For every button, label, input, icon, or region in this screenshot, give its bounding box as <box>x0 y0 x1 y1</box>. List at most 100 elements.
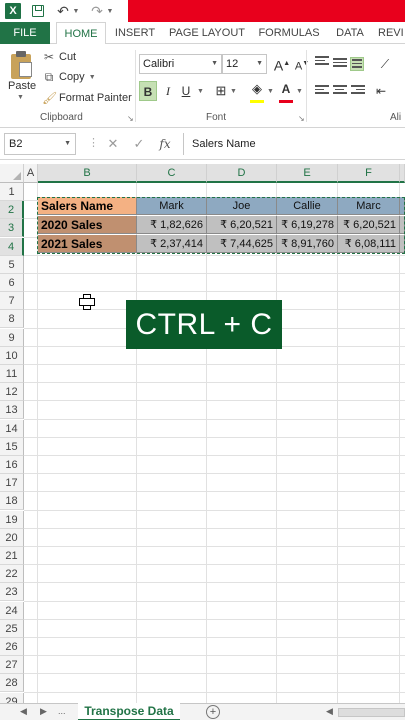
row-header-22[interactable]: 22 <box>0 565 24 584</box>
column-header-f[interactable]: F <box>338 164 400 183</box>
borders-icon[interactable]: ⊞ <box>212 81 230 101</box>
column-header-b[interactable]: B <box>38 164 137 183</box>
cell-b3[interactable]: 2020 Sales <box>38 216 137 234</box>
redo-dropdown-icon[interactable]: ▼ <box>106 3 114 19</box>
row-header-19[interactable]: 19 <box>0 510 24 529</box>
row-header-6[interactable]: 6 <box>0 274 24 292</box>
row-header-2[interactable]: 2 <box>0 201 24 220</box>
row-header-1[interactable]: 1 <box>0 183 24 201</box>
paste-dropdown-icon[interactable]: ▼ <box>17 94 24 101</box>
tab-formulas[interactable]: FORMULAS <box>256 22 322 44</box>
tab-home[interactable]: HOME <box>56 22 106 45</box>
cell-d4[interactable]: ₹ 7,44,625 <box>207 235 277 253</box>
cell-c3[interactable]: ₹ 1,82,626 <box>137 216 207 234</box>
cell-c2[interactable]: Mark <box>137 197 207 215</box>
underline-dropdown-icon[interactable]: ▼ <box>197 88 204 95</box>
fill-color-dropdown-icon[interactable]: ▼ <box>267 88 274 95</box>
select-all-button[interactable] <box>0 164 24 183</box>
sheet-more-button[interactable]: ... <box>58 706 66 716</box>
align-center-icon[interactable] <box>333 85 347 97</box>
tab-insert[interactable]: INSERT <box>112 22 158 44</box>
cell-e3[interactable]: ₹ 6,19,278 <box>277 216 338 234</box>
align-top-icon[interactable] <box>315 56 329 68</box>
row-header-29[interactable]: 29 <box>0 692 24 703</box>
column-header-d[interactable]: D <box>207 164 277 183</box>
row-header-12[interactable]: 12 <box>0 383 24 402</box>
cell-g3[interactable] <box>400 216 405 234</box>
cell-f4[interactable]: ₹ 6,08,111 <box>338 235 400 253</box>
format-painter-button[interactable]: 🖌 Format Painter <box>42 90 132 106</box>
cell-b4[interactable]: 2021 Sales <box>38 235 137 253</box>
undo-dropdown-icon[interactable]: ▼ <box>72 3 80 19</box>
formula-input[interactable]: Salers Name <box>183 133 405 155</box>
font-color-button[interactable]: A <box>277 79 295 99</box>
cell-e2[interactable]: Callie <box>277 197 338 215</box>
sheet-tab-transpose-data[interactable]: Transpose Data <box>78 703 180 720</box>
row-header-15[interactable]: 15 <box>0 437 24 456</box>
row-header-11[interactable]: 11 <box>0 365 24 383</box>
grow-font-icon[interactable]: A▲ <box>273 54 291 74</box>
row-header-24[interactable]: 24 <box>0 601 24 620</box>
cancel-icon[interactable]: ✕ <box>104 134 122 154</box>
scroll-left-icon[interactable]: ◀ <box>326 706 333 717</box>
cell-d3[interactable]: ₹ 6,20,521 <box>207 216 277 234</box>
font-launcher-icon[interactable]: ↘ <box>298 114 305 123</box>
horizontal-scrollbar[interactable] <box>338 708 405 717</box>
row-header-5[interactable]: 5 <box>0 255 24 274</box>
cell-f3[interactable]: ₹ 6,20,521 <box>338 216 400 234</box>
row-header-13[interactable]: 13 <box>0 401 24 420</box>
enter-icon[interactable]: ✓ <box>130 134 148 154</box>
align-bottom-icon[interactable] <box>350 57 364 71</box>
row-header-16[interactable]: 16 <box>0 456 24 474</box>
row-header-3[interactable]: 3 <box>0 219 24 238</box>
cell-b2[interactable]: Salers Name <box>38 197 137 215</box>
cell-g4[interactable] <box>400 235 405 253</box>
sheet-prev-icon[interactable]: ◀ <box>20 706 27 717</box>
row-header-23[interactable]: 23 <box>0 583 24 602</box>
align-left-icon[interactable] <box>315 85 329 97</box>
align-middle-icon[interactable] <box>333 58 347 70</box>
tab-review[interactable]: REVI <box>378 22 405 44</box>
worksheet-grid[interactable]: A B C D E F 1 2 3 4 5 6 7 8 9 10 11 12 13 14 15 16 17 18 1… <box>0 160 405 703</box>
bold-button[interactable]: B <box>139 81 157 101</box>
decrease-indent-icon[interactable]: ⇤ <box>372 81 390 101</box>
borders-dropdown-icon[interactable]: ▼ <box>230 88 237 95</box>
paste-icon[interactable] <box>9 50 33 80</box>
name-box[interactable]: B2 ▼ <box>4 133 76 155</box>
row-header-25[interactable]: 25 <box>0 619 24 638</box>
underline-button[interactable]: U <box>177 81 195 101</box>
add-sheet-icon[interactable]: + <box>206 705 220 719</box>
copy-button[interactable]: ⧉ Copy ▼ <box>42 69 96 85</box>
column-header-e[interactable]: E <box>277 164 338 183</box>
row-header-28[interactable]: 28 <box>0 674 24 693</box>
undo-icon[interactable]: ↶ <box>54 3 72 19</box>
font-name-select[interactable]: Calibri ▼ <box>139 54 222 74</box>
cell-g2[interactable] <box>400 197 405 215</box>
cell-d2[interactable]: Joe <box>207 197 277 215</box>
align-right-icon[interactable] <box>351 85 365 97</box>
column-header-c[interactable]: C <box>137 164 207 183</box>
redo-icon[interactable]: ↷ <box>88 3 106 19</box>
cell-c4[interactable]: ₹ 2,37,414 <box>137 235 207 253</box>
row-header-9[interactable]: 9 <box>0 328 24 347</box>
tab-file[interactable]: FILE <box>0 22 50 44</box>
row-header-18[interactable]: 18 <box>0 492 24 511</box>
fill-color-icon[interactable]: ◈ <box>248 79 266 99</box>
row-header-26[interactable]: 26 <box>0 638 24 656</box>
cut-button[interactable]: ✂ Cut <box>42 49 76 65</box>
orientation-icon[interactable]: ⟋ <box>376 54 394 74</box>
italic-button[interactable]: I <box>159 81 177 101</box>
copy-dropdown-icon[interactable]: ▼ <box>89 74 96 81</box>
column-header-g[interactable] <box>400 164 405 183</box>
cell-f2[interactable]: Marc <box>338 197 400 215</box>
row-header-8[interactable]: 8 <box>0 310 24 329</box>
paste-button[interactable]: Paste <box>8 80 36 92</box>
save-icon[interactable] <box>30 3 46 19</box>
tab-page-layout[interactable]: PAGE LAYOUT <box>168 22 246 44</box>
tab-data[interactable]: DATA <box>330 22 370 44</box>
sheet-next-icon[interactable]: ▶ <box>40 706 47 717</box>
shrink-font-icon[interactable]: A▼ <box>293 54 311 74</box>
row-header-21[interactable]: 21 <box>0 547 24 565</box>
row-header-7[interactable]: 7 <box>0 292 24 311</box>
insert-function-button[interactable]: fx <box>156 134 174 154</box>
